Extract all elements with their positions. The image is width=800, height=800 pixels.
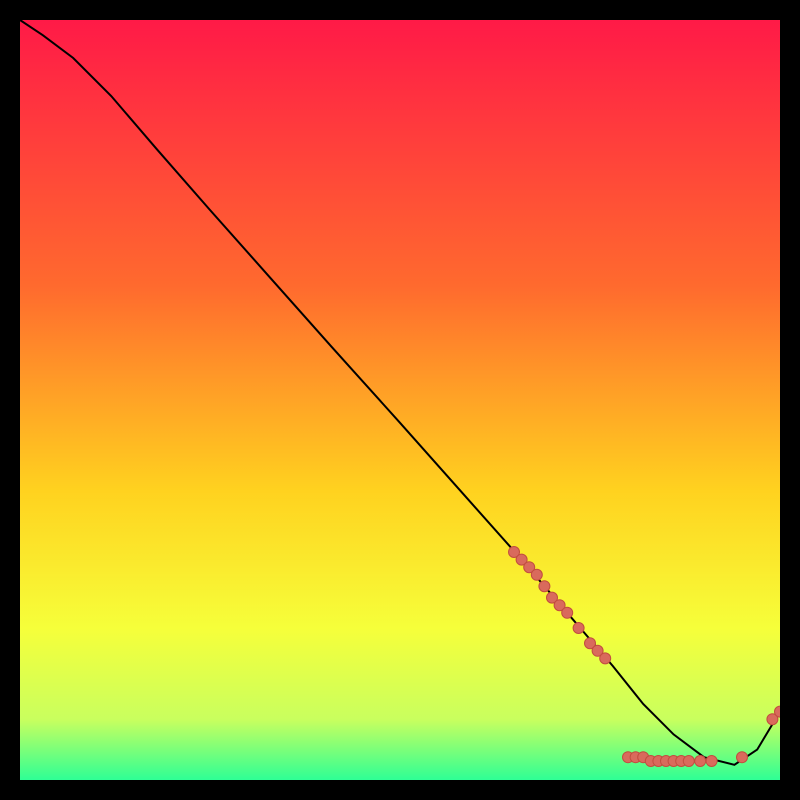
bottleneck-chart: [20, 20, 780, 780]
data-marker: [562, 607, 573, 618]
data-marker: [539, 581, 550, 592]
data-marker: [695, 756, 706, 767]
data-marker: [683, 756, 694, 767]
data-marker: [600, 653, 611, 664]
chart-frame: TheBottleneck.com: [20, 20, 780, 780]
gradient-background: [20, 20, 780, 780]
data-marker: [706, 756, 717, 767]
data-marker: [573, 623, 584, 634]
data-marker: [531, 569, 542, 580]
data-marker: [737, 752, 748, 763]
